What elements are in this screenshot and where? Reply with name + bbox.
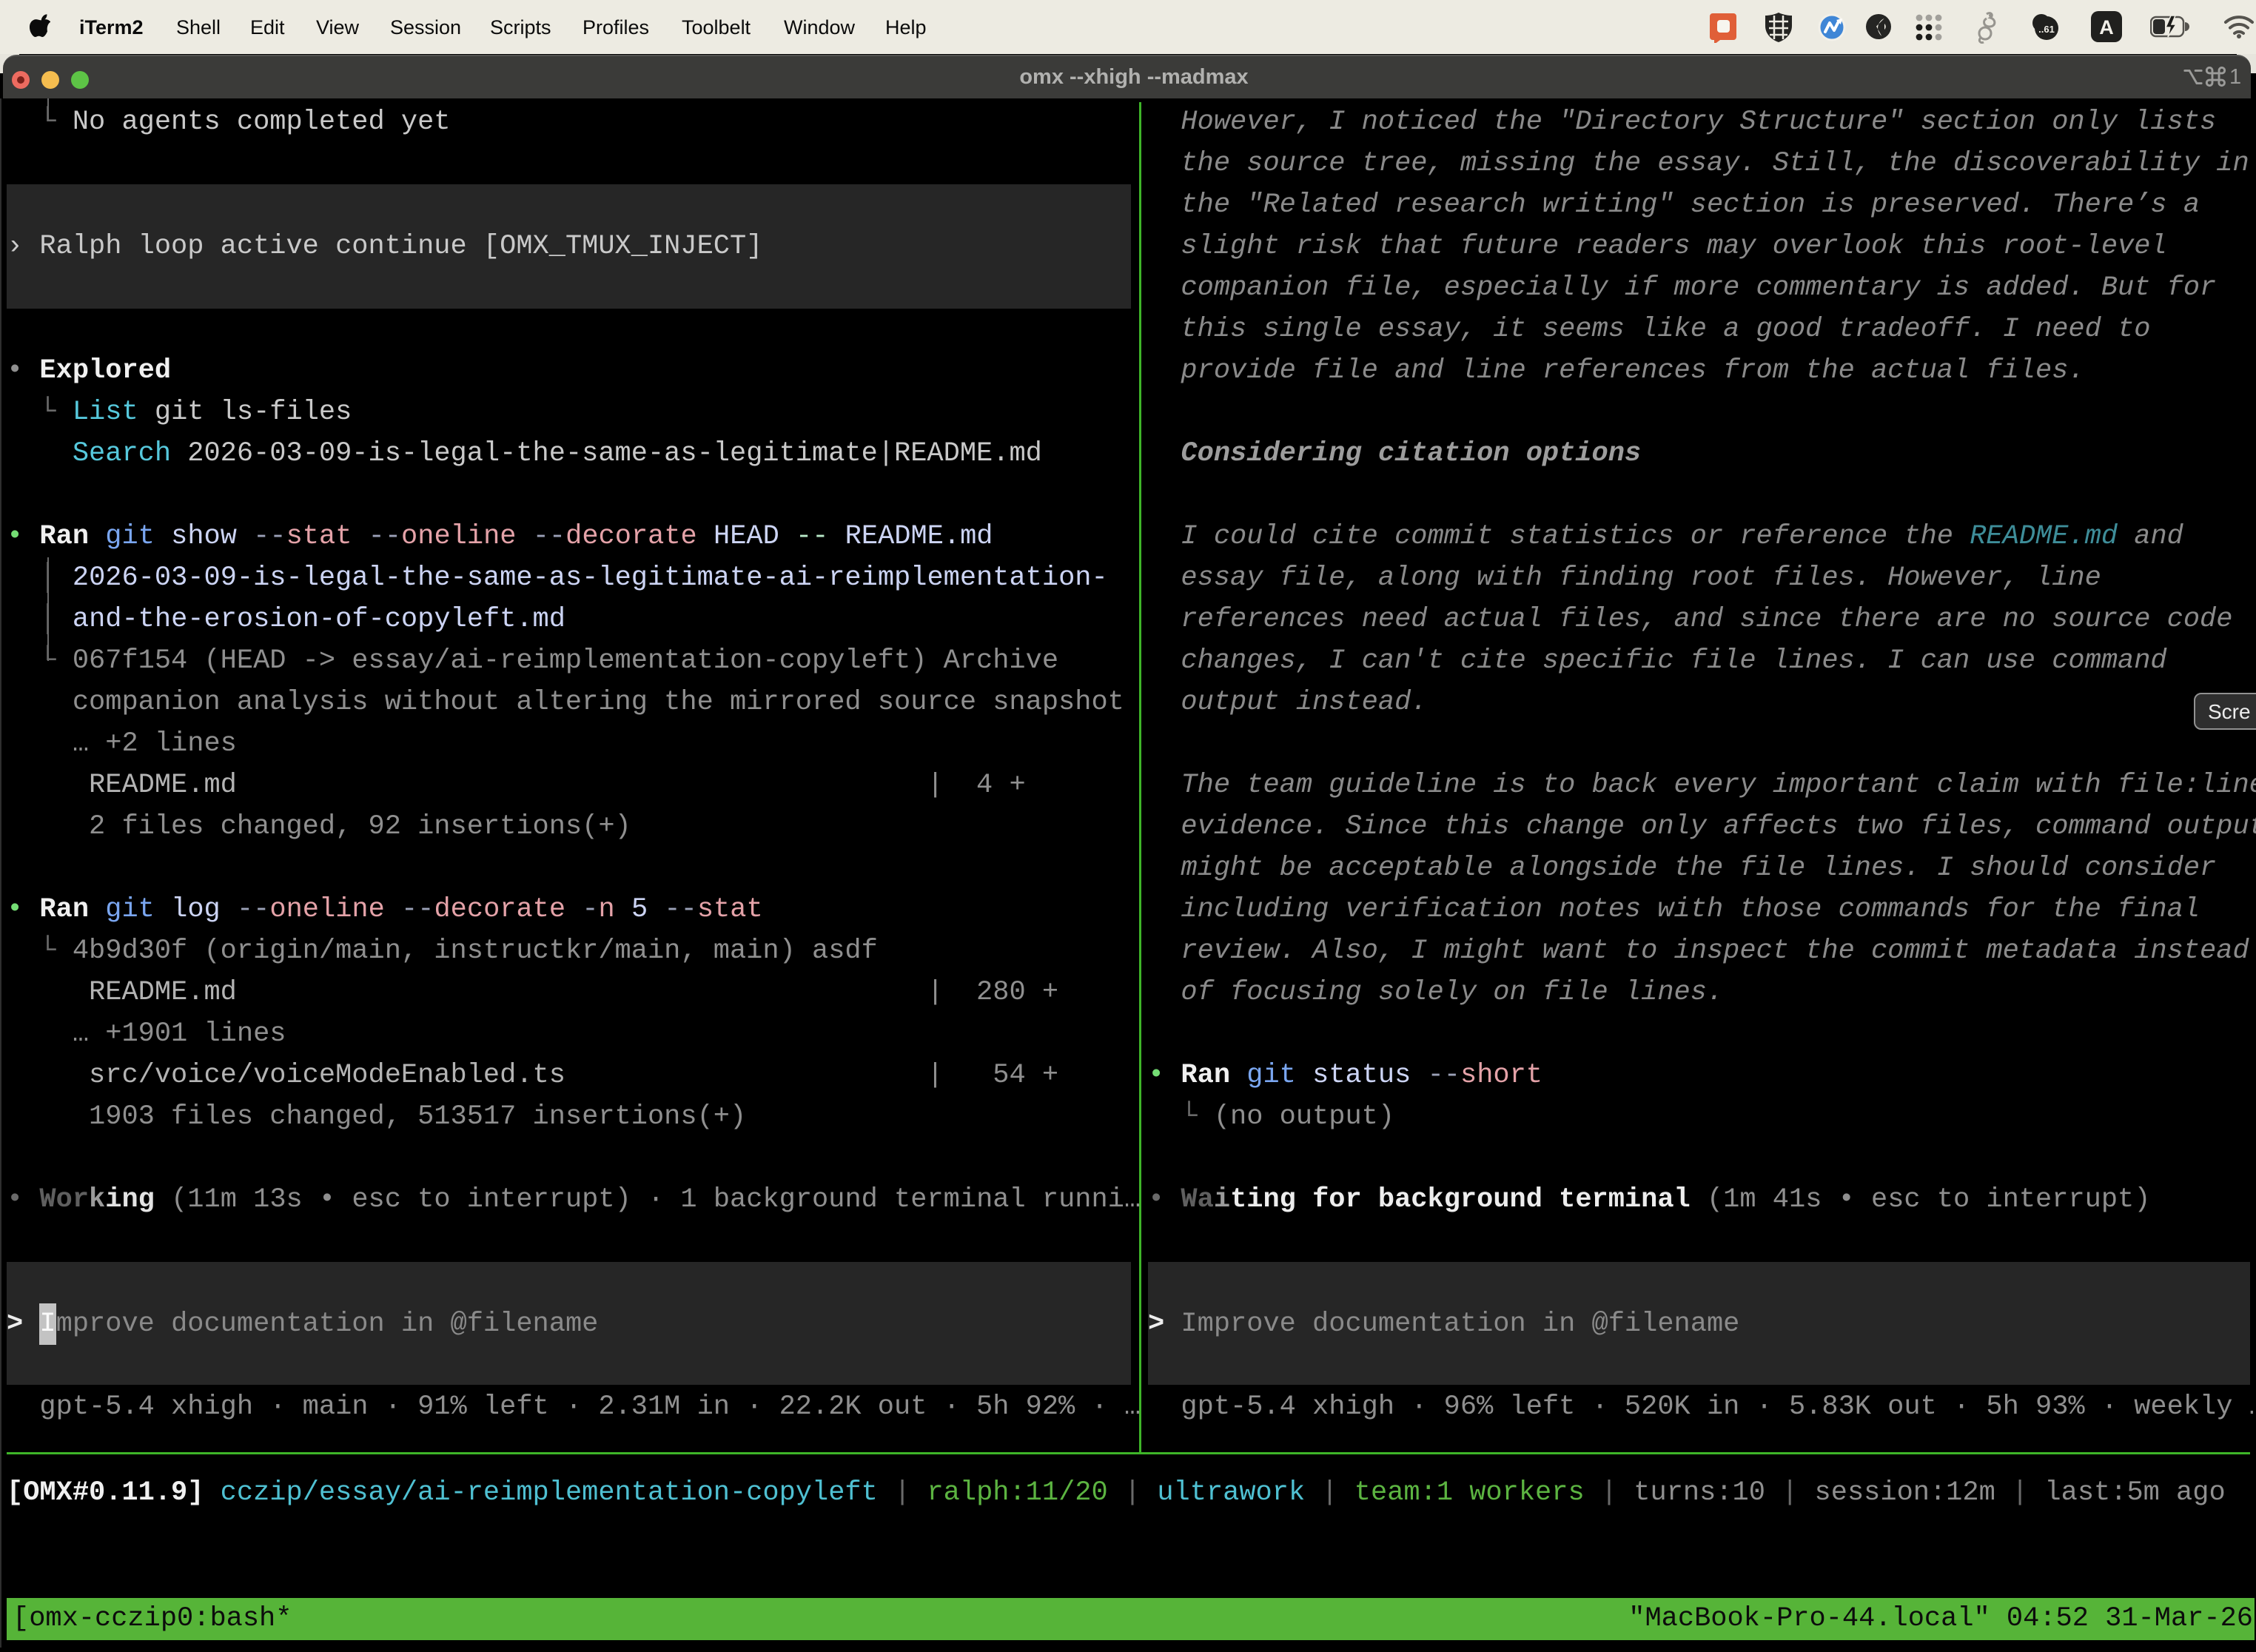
- svg-text:..61: ..61: [2038, 24, 2055, 35]
